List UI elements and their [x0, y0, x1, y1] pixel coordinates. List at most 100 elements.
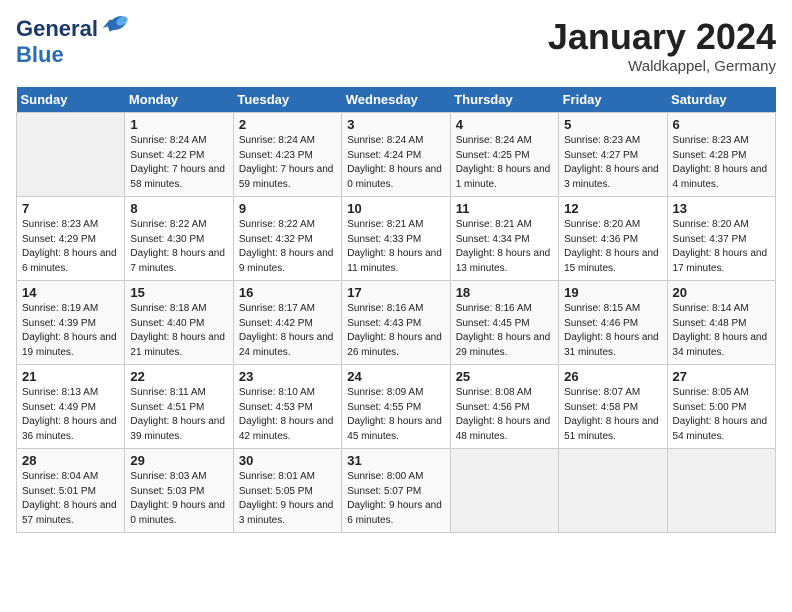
day-cell: 17 Sunrise: 8:16 AMSunset: 4:43 PMDayligh…: [342, 281, 450, 365]
day-info: Sunrise: 8:24 AMSunset: 4:24 PMDaylight:…: [347, 134, 444, 192]
weekday-header-wednesday: Wednesday: [342, 87, 450, 113]
day-number: 6: [673, 117, 770, 132]
logo: General Blue: [16, 16, 128, 68]
day-info: Sunrise: 8:10 AMSunset: 4:53 PMDaylight:…: [239, 386, 336, 444]
weekday-header-thursday: Thursday: [450, 87, 558, 113]
day-info: Sunrise: 8:20 AMSunset: 4:36 PMDaylight:…: [564, 218, 661, 276]
day-number: 19: [564, 285, 661, 300]
day-number: 28: [22, 453, 119, 468]
logo-blue: Blue: [16, 42, 64, 67]
day-number: 10: [347, 201, 444, 216]
day-info: Sunrise: 8:21 AMSunset: 4:34 PMDaylight:…: [456, 218, 553, 276]
day-number: 25: [456, 369, 553, 384]
day-info: Sunrise: 8:14 AMSunset: 4:48 PMDaylight:…: [673, 302, 770, 360]
day-number: 14: [22, 285, 119, 300]
day-cell: 15 Sunrise: 8:18 AMSunset: 4:40 PMDayligh…: [125, 281, 233, 365]
title-block: January 2024 Waldkappel, Germany: [548, 16, 776, 75]
day-info: Sunrise: 8:19 AMSunset: 4:39 PMDaylight:…: [22, 302, 119, 360]
day-cell: 13Sunrise: 8:20 AMSunset: 4:37 PMDayligh…: [667, 197, 775, 281]
day-cell: 21 Sunrise: 8:13 AMSunset: 4:49 PMDayligh…: [17, 365, 125, 449]
day-number: 8: [130, 201, 227, 216]
day-info: Sunrise: 8:22 AMSunset: 4:30 PMDaylight:…: [130, 218, 227, 276]
week-row-4: 21 Sunrise: 8:13 AMSunset: 4:49 PMDayligh…: [17, 365, 776, 449]
day-number: 16: [239, 285, 336, 300]
day-info: Sunrise: 8:24 AMSunset: 4:23 PMDaylight:…: [239, 134, 336, 192]
day-cell: [667, 449, 775, 533]
day-cell: 28 Sunrise: 8:04 AMSunset: 5:01 PMDayligh…: [17, 449, 125, 533]
day-cell: 4Sunrise: 8:24 AMSunset: 4:25 PMDaylight…: [450, 113, 558, 197]
week-row-2: 7 Sunrise: 8:23 AMSunset: 4:29 PMDaylight…: [17, 197, 776, 281]
day-cell: 3 Sunrise: 8:24 AMSunset: 4:24 PMDaylight…: [342, 113, 450, 197]
day-info: Sunrise: 8:00 AMSunset: 5:07 PMDaylight:…: [347, 470, 444, 528]
day-number: 4: [456, 117, 553, 132]
day-info: Sunrise: 8:15 AMSunset: 4:46 PMDaylight:…: [564, 302, 661, 360]
day-number: 18: [456, 285, 553, 300]
day-cell: 20Sunrise: 8:14 AMSunset: 4:48 PMDayligh…: [667, 281, 775, 365]
day-cell: [559, 449, 667, 533]
day-info: Sunrise: 8:16 AMSunset: 4:43 PMDaylight:…: [347, 302, 444, 360]
day-info: Sunrise: 8:03 AMSunset: 5:03 PMDaylight:…: [130, 470, 227, 528]
day-number: 9: [239, 201, 336, 216]
day-number: 21: [22, 369, 119, 384]
day-cell: 31 Sunrise: 8:00 AMSunset: 5:07 PMDayligh…: [342, 449, 450, 533]
day-info: Sunrise: 8:22 AMSunset: 4:32 PMDaylight:…: [239, 218, 336, 276]
location: Waldkappel, Germany: [548, 58, 776, 75]
day-cell: 2 Sunrise: 8:24 AMSunset: 4:23 PMDaylight…: [233, 113, 341, 197]
day-info: Sunrise: 8:16 AMSunset: 4:45 PMDaylight:…: [456, 302, 553, 360]
weekday-header-tuesday: Tuesday: [233, 87, 341, 113]
day-number: 31: [347, 453, 444, 468]
day-cell: 30Sunrise: 8:01 AMSunset: 5:05 PMDayligh…: [233, 449, 341, 533]
day-cell: 16 Sunrise: 8:17 AMSunset: 4:42 PMDayligh…: [233, 281, 341, 365]
day-cell: 18 Sunrise: 8:16 AMSunset: 4:45 PMDayligh…: [450, 281, 558, 365]
day-number: 3: [347, 117, 444, 132]
day-cell: 9 Sunrise: 8:22 AMSunset: 4:32 PMDaylight…: [233, 197, 341, 281]
weekday-header-saturday: Saturday: [667, 87, 775, 113]
day-cell: [450, 449, 558, 533]
day-info: Sunrise: 8:07 AMSunset: 4:58 PMDaylight:…: [564, 386, 661, 444]
day-info: Sunrise: 8:17 AMSunset: 4:42 PMDaylight:…: [239, 302, 336, 360]
day-cell: 26 Sunrise: 8:07 AMSunset: 4:58 PMDayligh…: [559, 365, 667, 449]
weekday-header-monday: Monday: [125, 87, 233, 113]
weekday-header-row: SundayMondayTuesdayWednesdayThursdayFrid…: [17, 87, 776, 113]
week-row-1: 1 Sunrise: 8:24 AMSunset: 4:22 PMDaylight…: [17, 113, 776, 197]
day-number: 22: [130, 369, 227, 384]
day-info: Sunrise: 8:08 AMSunset: 4:56 PMDaylight:…: [456, 386, 553, 444]
day-number: 7: [22, 201, 119, 216]
day-info: Sunrise: 8:11 AMSunset: 4:51 PMDaylight:…: [130, 386, 227, 444]
day-cell: 12 Sunrise: 8:20 AMSunset: 4:36 PMDayligh…: [559, 197, 667, 281]
day-cell: 25 Sunrise: 8:08 AMSunset: 4:56 PMDayligh…: [450, 365, 558, 449]
day-info: Sunrise: 8:24 AMSunset: 4:22 PMDaylight:…: [130, 134, 227, 192]
day-number: 17: [347, 285, 444, 300]
day-info: Sunrise: 8:23 AMSunset: 4:29 PMDaylight:…: [22, 218, 119, 276]
day-number: 15: [130, 285, 227, 300]
logo-bird-icon: [100, 13, 128, 41]
day-cell: 6Sunrise: 8:23 AMSunset: 4:28 PMDaylight…: [667, 113, 775, 197]
weekday-header-sunday: Sunday: [17, 87, 125, 113]
day-number: 23: [239, 369, 336, 384]
day-cell: 11Sunrise: 8:21 AMSunset: 4:34 PMDayligh…: [450, 197, 558, 281]
day-cell: 10 Sunrise: 8:21 AMSunset: 4:33 PMDayligh…: [342, 197, 450, 281]
day-number: 12: [564, 201, 661, 216]
weekday-header-friday: Friday: [559, 87, 667, 113]
day-number: 1: [130, 117, 227, 132]
page-header: General Blue January 2024 Waldkappel, Ge…: [16, 16, 776, 75]
day-cell: 23 Sunrise: 8:10 AMSunset: 4:53 PMDayligh…: [233, 365, 341, 449]
calendar-table: SundayMondayTuesdayWednesdayThursdayFrid…: [16, 87, 776, 533]
day-info: Sunrise: 8:05 AMSunset: 5:00 PMDaylight:…: [673, 386, 770, 444]
day-info: Sunrise: 8:09 AMSunset: 4:55 PMDaylight:…: [347, 386, 444, 444]
day-info: Sunrise: 8:18 AMSunset: 4:40 PMDaylight:…: [130, 302, 227, 360]
day-cell: 5Sunrise: 8:23 AMSunset: 4:27 PMDaylight…: [559, 113, 667, 197]
day-number: 5: [564, 117, 661, 132]
day-number: 26: [564, 369, 661, 384]
day-cell: 1 Sunrise: 8:24 AMSunset: 4:22 PMDaylight…: [125, 113, 233, 197]
day-cell: 22 Sunrise: 8:11 AMSunset: 4:51 PMDayligh…: [125, 365, 233, 449]
day-info: Sunrise: 8:21 AMSunset: 4:33 PMDaylight:…: [347, 218, 444, 276]
day-number: 27: [673, 369, 770, 384]
day-cell: 27 Sunrise: 8:05 AMSunset: 5:00 PMDayligh…: [667, 365, 775, 449]
day-number: 13: [673, 201, 770, 216]
day-cell: 14 Sunrise: 8:19 AMSunset: 4:39 PMDayligh…: [17, 281, 125, 365]
day-number: 2: [239, 117, 336, 132]
day-cell: [17, 113, 125, 197]
day-info: Sunrise: 8:13 AMSunset: 4:49 PMDaylight:…: [22, 386, 119, 444]
day-info: Sunrise: 8:04 AMSunset: 5:01 PMDaylight:…: [22, 470, 119, 528]
